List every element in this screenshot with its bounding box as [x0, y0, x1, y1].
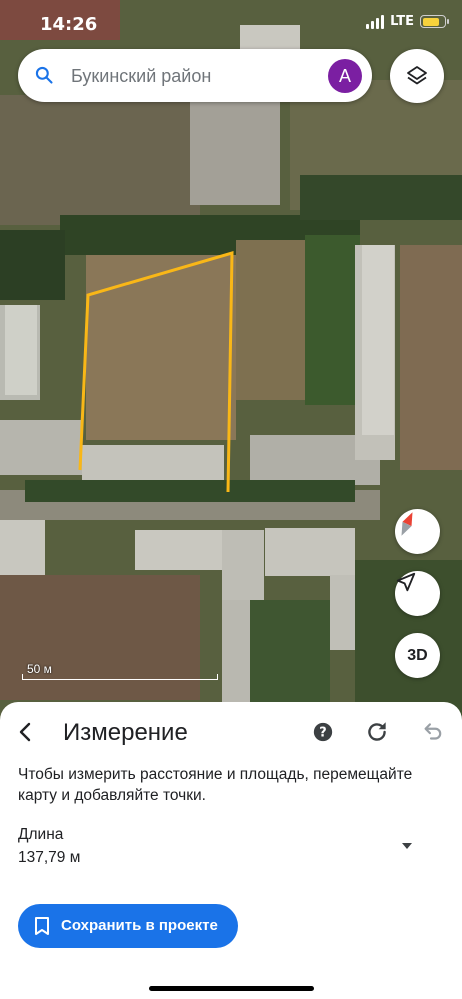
length-value: 137,79 м — [18, 849, 81, 866]
network-label: LTE — [390, 14, 414, 29]
my-location-button[interactable] — [395, 571, 440, 616]
layers-icon — [407, 66, 427, 85]
save-to-project-button[interactable]: Сохранить в проекте — [18, 904, 238, 948]
compass-icon — [401, 512, 413, 536]
search-bar[interactable]: Букинский район A — [18, 49, 372, 102]
save-label: Сохранить в проекте — [61, 917, 218, 934]
svg-text:?: ? — [319, 726, 326, 741]
sheet-title: Измерение — [63, 719, 188, 746]
search-icon — [35, 66, 53, 84]
compass-button[interactable] — [395, 509, 440, 554]
length-label: Длина — [18, 826, 64, 843]
battery-level — [422, 17, 439, 26]
scale-line — [22, 674, 218, 680]
bookmark-icon — [35, 917, 49, 935]
home-indicator[interactable] — [149, 986, 314, 991]
back-icon[interactable] — [14, 720, 38, 744]
scale-bar: 50 м — [12, 662, 218, 682]
refresh-icon[interactable] — [364, 719, 390, 745]
satellite-map[interactable]: 50 м 3D — [0, 0, 462, 720]
avatar[interactable]: A — [328, 59, 362, 93]
navigation-arrow-icon — [396, 572, 416, 592]
help-icon[interactable]: ? — [312, 721, 334, 743]
chevron-down-icon[interactable] — [396, 838, 418, 854]
signal-icon — [366, 14, 385, 29]
three-d-button[interactable]: 3D — [395, 633, 440, 678]
status-time: 14:26 — [40, 14, 98, 35]
instruction-text: Чтобы измерить расстояние и площадь, пер… — [18, 766, 413, 804]
layers-button[interactable] — [390, 49, 444, 103]
measure-sheet: Измерение ? Чтобы измерить расстояние и … — [0, 702, 462, 999]
map-imagery — [0, 0, 462, 720]
undo-icon[interactable] — [418, 719, 444, 745]
battery-icon — [420, 15, 449, 28]
status-bar: 14:26 LTE — [0, 0, 462, 48]
search-query: Букинский район — [71, 66, 212, 86]
